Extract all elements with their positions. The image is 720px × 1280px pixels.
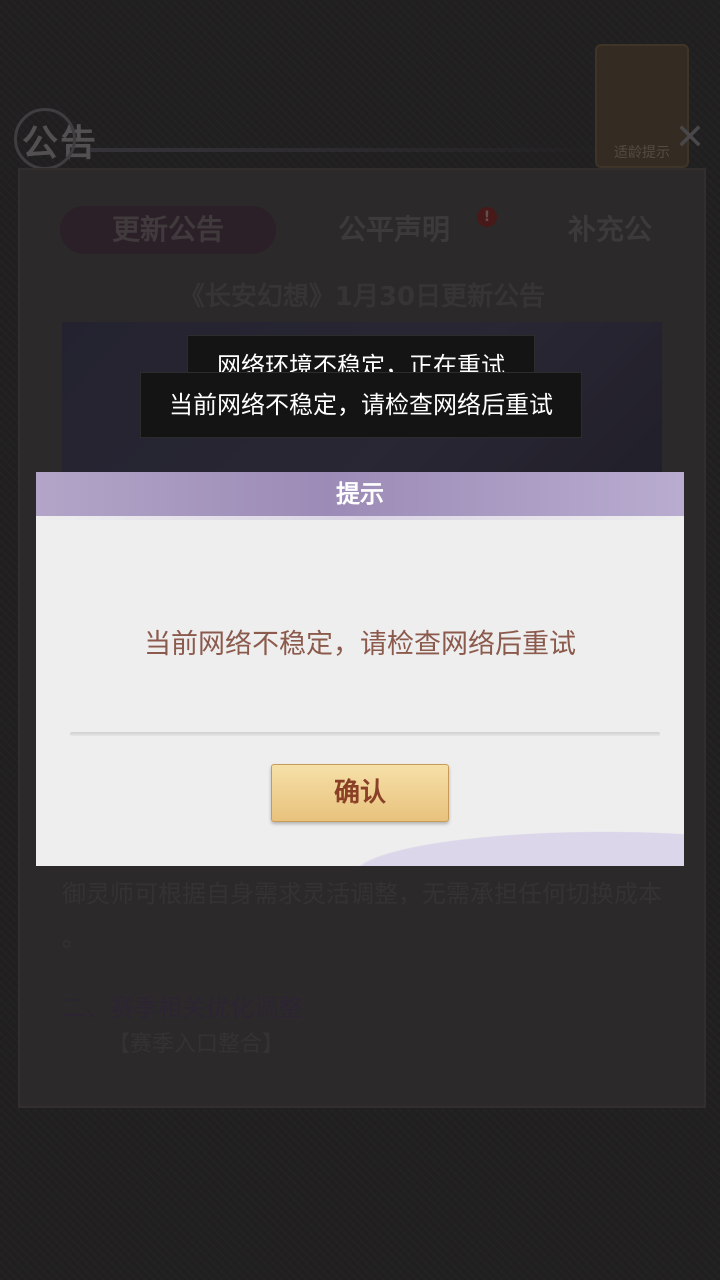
network-error-dialog: 提示 当前网络不稳定，请检查网络后重试 确认 (36, 472, 684, 866)
dialog-divider (70, 732, 660, 736)
toast-network-unstable: 当前网络不稳定，请检查网络后重试 (140, 372, 582, 438)
dialog-decoration (286, 820, 684, 866)
confirm-button[interactable]: 确认 (271, 764, 449, 822)
dialog-title: 提示 (336, 480, 384, 508)
dialog-message: 当前网络不稳定，请检查网络后重试 (144, 629, 576, 660)
dialog-header: 提示 (36, 472, 684, 520)
